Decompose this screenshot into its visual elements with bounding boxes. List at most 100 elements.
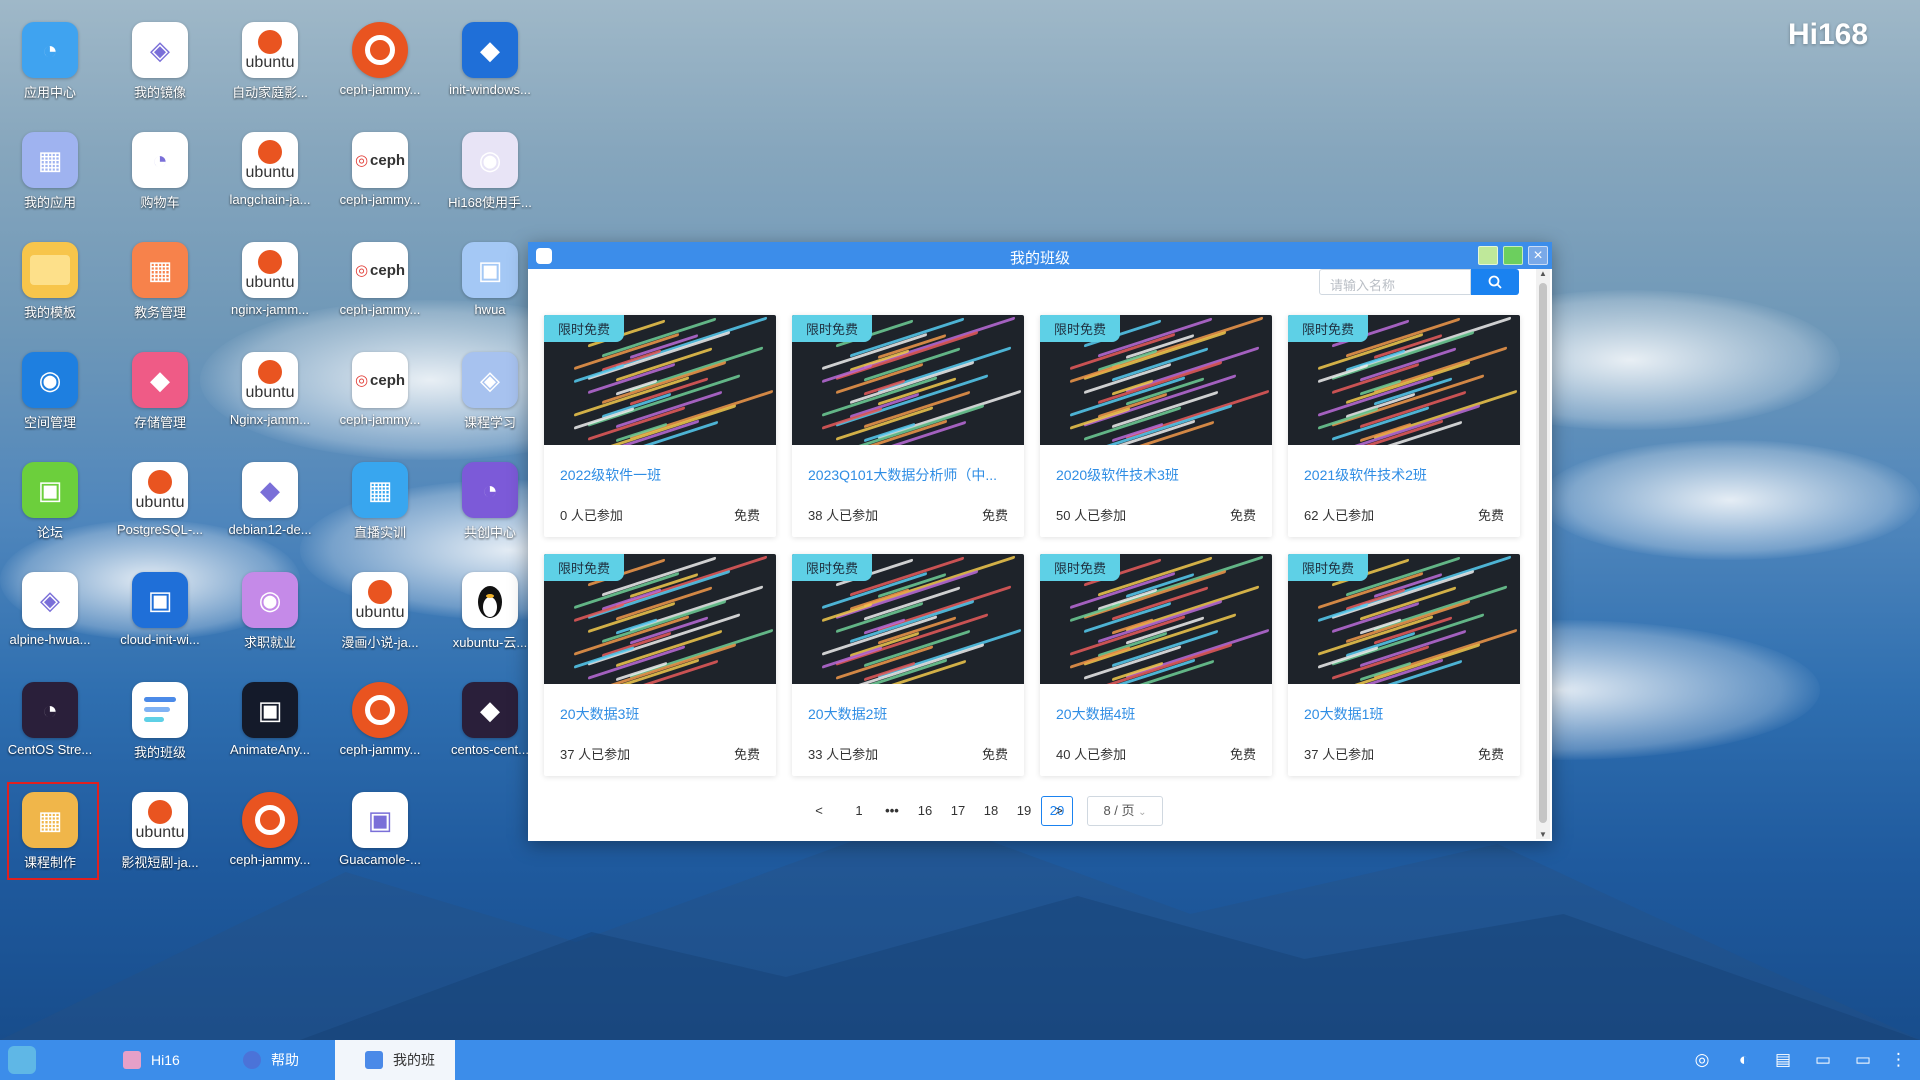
free-tag-badge: 限时免费	[1040, 315, 1121, 342]
desktop-icon[interactable]: ◈ 课程学习	[438, 330, 542, 430]
more-icon[interactable]: ⋮	[1890, 1050, 1907, 1070]
desktop-icon-label: 我的班级	[133, 745, 186, 760]
desktop-icon[interactable]: ◎ ceph ceph-jammy...	[328, 110, 432, 210]
class-title-link[interactable]: 20大数据3班	[560, 704, 760, 724]
page-number-button[interactable]: 18	[975, 796, 1007, 826]
centos-icon: ◔	[22, 682, 78, 738]
desktop-icon[interactable]: ubuntu langchain-ja...	[218, 110, 322, 210]
scrollbar-thumb[interactable]	[1539, 283, 1547, 823]
prev-page-button[interactable]: <	[803, 796, 835, 826]
desktop-icon[interactable]: 我的班级	[108, 660, 212, 760]
wechat-icon[interactable]: ◐	[1734, 1050, 1754, 1070]
desktop-icon-label: 自动家庭影...	[232, 85, 308, 100]
desktop-icon[interactable]: ◈ 我的镜像	[108, 0, 212, 100]
desktop-icon[interactable]: ◆ debian12-de...	[218, 440, 322, 540]
free-tag-badge: 限时免费	[544, 315, 625, 342]
desktop-icon[interactable]: ◔ 应用中心	[0, 0, 102, 100]
joined-count: 40 人已参加	[1056, 747, 1127, 762]
desktop-icon[interactable]: ubuntu PostgreSQL-...	[108, 440, 212, 540]
class-title-link[interactable]: 2021级软件技术2班	[1304, 465, 1504, 485]
ubuntu-icon	[242, 792, 298, 848]
desktop-icon[interactable]: ▣ hwua	[438, 220, 542, 320]
class-title-link[interactable]: 20大数据4班	[1056, 704, 1256, 724]
desktop-icon[interactable]: ubuntu 漫画小说-ja...	[328, 550, 432, 650]
desktop-icon[interactable]: ▣ AnimateAny...	[218, 660, 322, 760]
desktop-icon[interactable]: ◉ 求职就业	[218, 550, 322, 650]
class-title-link[interactable]: 20大数据2班	[808, 704, 1008, 724]
class-card[interactable]: 限时免费 20大数据1班 37 人已参加 免费	[1288, 554, 1520, 776]
start-menu-button[interactable]	[8, 1046, 36, 1074]
scroll-up-icon[interactable]: ▲	[1539, 269, 1547, 278]
wifi-icon[interactable]: ◎	[1692, 1050, 1712, 1070]
desktop-icon[interactable]: ◆ centos-cent...	[438, 660, 542, 760]
page-number-button[interactable]: 16	[909, 796, 941, 826]
page-number-button[interactable]: 1	[843, 796, 875, 826]
next-page-button[interactable]: >	[1043, 796, 1075, 826]
pagination-ellipsis[interactable]: •••	[876, 796, 908, 826]
message-icon[interactable]: ▭	[1813, 1050, 1833, 1070]
page-number-button[interactable]: 17	[942, 796, 974, 826]
notes-icon[interactable]: ▤	[1773, 1050, 1793, 1070]
class-title-link[interactable]: 2020级软件技术3班	[1056, 465, 1256, 485]
class-card[interactable]: 限时免费 2020级软件技术3班 50 人已参加 免费	[1040, 315, 1272, 537]
desktop-icon[interactable]: 我的模板	[0, 220, 102, 320]
class-card[interactable]: 限时免费 2021级软件技术2班 62 人已参加 免费	[1288, 315, 1520, 537]
desktop-icon[interactable]: ubuntu 影视短剧-ja...	[108, 770, 212, 870]
desktop-icon[interactable]: ◎ ceph ceph-jammy...	[328, 330, 432, 430]
class-card[interactable]: 限时免费 20大数据2班 33 人已参加 免费	[792, 554, 1024, 776]
desktop-icon[interactable]: ◆ init-windows...	[438, 0, 542, 100]
search-button[interactable]	[1471, 269, 1519, 295]
desktop-icon[interactable]: ◔ CentOS Stre...	[0, 660, 102, 760]
desktop-icon[interactable]: xubuntu-云...	[438, 550, 542, 650]
desktop-icon[interactable]: ◔ 共创中心	[438, 440, 542, 540]
taskbar-item-hi16[interactable]: Hi16	[93, 1040, 213, 1080]
desktop-icon-label: Guacamole-...	[339, 852, 421, 867]
minimize-button[interactable]	[1478, 246, 1498, 265]
desktop-icon-label: xubuntu-云...	[452, 635, 528, 650]
desktop-icon[interactable]: ◆ 存储管理	[108, 330, 212, 430]
desktop-icon[interactable]: ▣ cloud-init-wi...	[108, 550, 212, 650]
desktop-icon[interactable]: ▣ 论坛	[0, 440, 102, 540]
chevron-down-icon: ⌄	[1138, 807, 1147, 818]
desktop-icon[interactable]: ◔ 购物车	[108, 110, 212, 210]
class-title-link[interactable]: 2022级软件一班	[560, 465, 760, 485]
taskbar-item-my-class[interactable]: 我的班	[335, 1040, 455, 1080]
desktop-icon[interactable]: ▦ 直播实训	[328, 440, 432, 540]
class-title-link[interactable]: 2023Q101大数据分析师（中...	[808, 465, 1008, 485]
class-card[interactable]: 限时免费 2022级软件一班 0 人已参加 免费	[544, 315, 776, 537]
desktop-icon[interactable]: ubuntu Nginx-jamm...	[218, 330, 322, 430]
desktop-icon[interactable]: ◎ ceph ceph-jammy...	[328, 220, 432, 320]
class-card[interactable]: 限时免费 20大数据4班 40 人已参加 免费	[1040, 554, 1272, 776]
desktop-icon[interactable]: ◉ Hi168使用手...	[438, 110, 542, 210]
window-titlebar[interactable]: 我的班级 ×	[528, 242, 1552, 269]
hi168-logo: Hi168	[1788, 18, 1869, 51]
desktop-icon[interactable]: ◉ 空间管理	[0, 330, 102, 430]
search-input[interactable]: 请输入名称	[1319, 269, 1471, 295]
taskbar-item-label: 帮助	[271, 1052, 299, 1068]
desktop-icon[interactable]: ▣ Guacamole-...	[328, 770, 432, 870]
class-title-link[interactable]: 20大数据1班	[1304, 704, 1504, 724]
desktop-icon[interactable]: ◈ alpine-hwua...	[0, 550, 102, 650]
close-button[interactable]: ×	[1528, 246, 1548, 265]
display-icon[interactable]: ▭	[1853, 1050, 1873, 1070]
page-size-select[interactable]: 8 / 页 ⌄	[1087, 796, 1163, 826]
scroll-down-icon[interactable]: ▼	[1539, 830, 1547, 839]
desktop-icon[interactable]: ceph-jammy...	[328, 0, 432, 100]
taskbar-item-help[interactable]: 帮助	[213, 1040, 333, 1080]
maximize-button[interactable]	[1503, 246, 1523, 265]
desktop-icon[interactable]: ubuntu 自动家庭影...	[218, 0, 322, 100]
desktop-icon-label: CentOS Stre...	[7, 742, 93, 757]
desktop-icon[interactable]: ▦ 教务管理	[108, 220, 212, 320]
desktop-icon[interactable]: ▦ 我的应用	[0, 110, 102, 210]
manual-icon: ◉	[462, 132, 518, 188]
page-number-button[interactable]: 19	[1008, 796, 1040, 826]
ubuntu-icon: ubuntu	[242, 242, 298, 298]
class-card[interactable]: 限时免费 2023Q101大数据分析师（中... 38 人已参加 免费	[792, 315, 1024, 537]
desktop-icon[interactable]: ubuntu nginx-jamm...	[218, 220, 322, 320]
desktop-icon[interactable]: ceph-jammy...	[218, 770, 322, 870]
window-scrollbar[interactable]: ▲ ▼	[1536, 269, 1550, 839]
cocreate-icon: ◔	[462, 462, 518, 518]
desktop-icon[interactable]: ceph-jammy...	[328, 660, 432, 760]
class-card[interactable]: 限时免费 20大数据3班 37 人已参加 免费	[544, 554, 776, 776]
desktop-icon-label: Hi168使用手...	[448, 195, 532, 210]
